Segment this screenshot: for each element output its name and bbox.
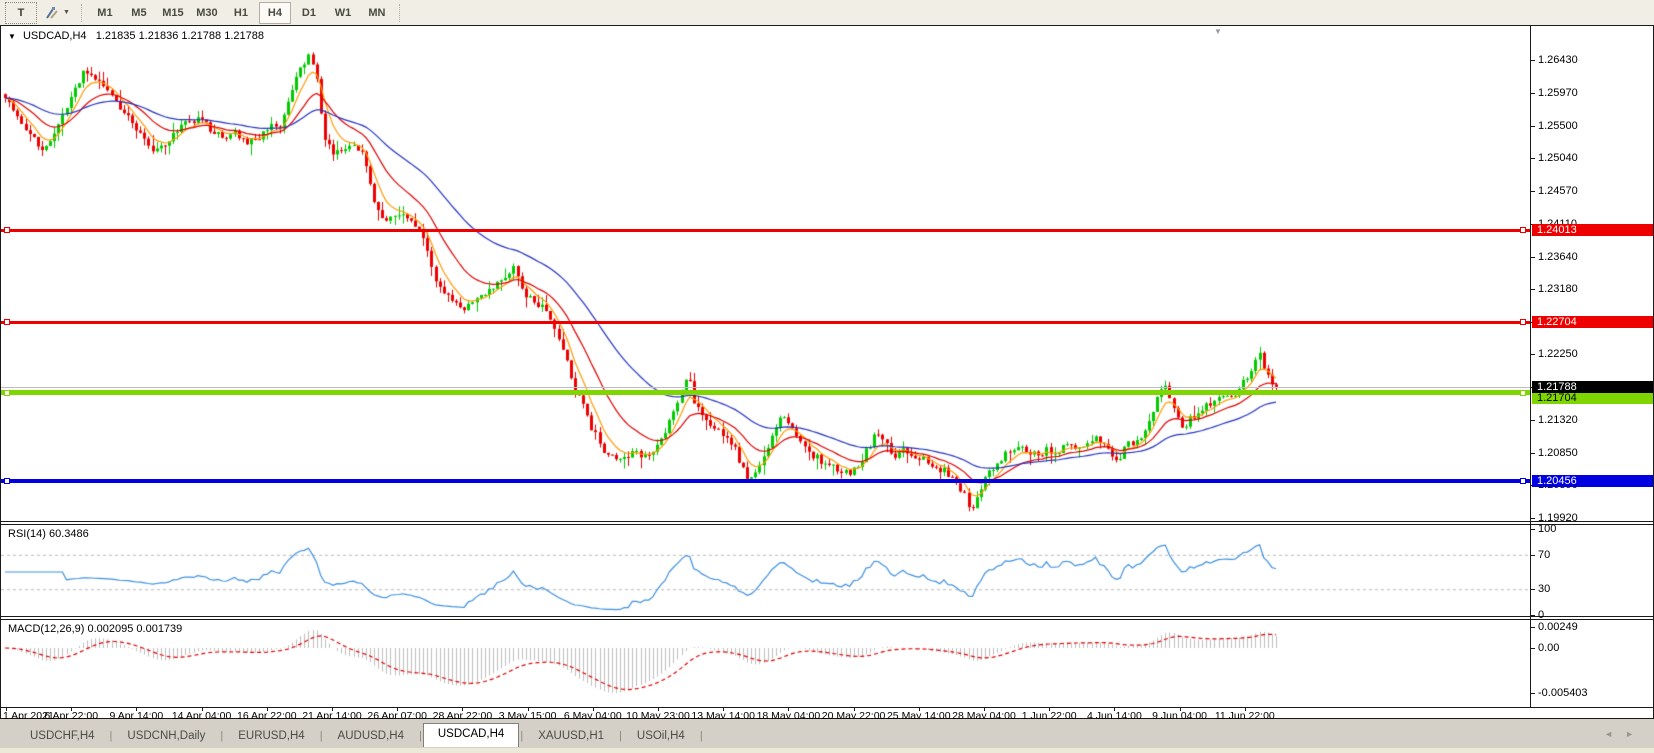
timeframe-button-m15[interactable]: M15 — [157, 2, 189, 24]
price-tick-label: 1.21320 — [1538, 414, 1578, 426]
rsi-tick-mark — [1530, 529, 1535, 530]
top-toolbar: T ▼ M1M5M15M30H1H4D1W1MN — [0, 0, 1654, 26]
rsi-tick-label: 0 — [1538, 609, 1544, 621]
price-tick-mark — [1530, 420, 1535, 421]
rsi-tick-label: 100 — [1538, 523, 1556, 535]
chart-canvas[interactable] — [1, 26, 1530, 708]
timeframe-button-h1[interactable]: H1 — [225, 2, 257, 24]
price-tick-label: 1.26430 — [1538, 54, 1578, 66]
tab-usoil-h4[interactable]: USOil,H4 — [623, 726, 699, 747]
line-anchor-handle[interactable] — [4, 390, 10, 396]
rsi-tick-mark — [1530, 555, 1535, 556]
line-anchor-handle[interactable] — [1520, 478, 1526, 484]
timeframe-button-d1[interactable]: D1 — [293, 2, 325, 24]
price-tick-mark — [1530, 158, 1535, 159]
horizontal-level-line[interactable] — [1, 229, 1530, 232]
chart-symbol-period: USDCAD,H4 — [23, 30, 87, 42]
current-price-badge: 1.21788 — [1532, 381, 1653, 393]
price-axis-line — [1530, 26, 1531, 707]
price-tick-mark — [1530, 60, 1535, 61]
price-tick-label: 1.24570 — [1538, 185, 1578, 197]
price-tick-label: 1.23640 — [1538, 251, 1578, 263]
price-tick-mark — [1530, 354, 1535, 355]
horizontal-level-line[interactable] — [1, 479, 1530, 483]
macd-tick-mark — [1530, 693, 1535, 694]
timeframe-button-h4[interactable]: H4 — [259, 2, 291, 24]
price-tick-mark — [1530, 93, 1535, 94]
tab-scroll-left-icon[interactable]: ◄ — [1604, 729, 1625, 739]
timeframe-button-w1[interactable]: W1 — [327, 2, 359, 24]
rsi-tick-mark — [1530, 615, 1535, 616]
rsi-tick-label: 30 — [1538, 583, 1550, 595]
price-tick-mark — [1530, 257, 1535, 258]
price-tick-label: 1.25970 — [1538, 87, 1578, 99]
rsi-indicator-label: RSI(14) 60.3486 — [8, 528, 89, 540]
macd-indicator-label: MACD(12,26,9) 0.002095 0.001739 — [8, 623, 182, 635]
pane-separator[interactable] — [1, 521, 1653, 522]
tab-scroll-right-icon[interactable]: ► — [1625, 729, 1646, 739]
chart-window: ▼ USDCAD,H4 1.21835 1.21836 1.21788 1.21… — [0, 25, 1654, 719]
rsi-tick-label: 70 — [1538, 549, 1550, 561]
tab-xauusd-h1[interactable]: XAUUSD,H1 — [524, 726, 618, 747]
tab-usdcad-h4[interactable]: USDCAD,H4 — [423, 723, 519, 747]
timeframe-button-m1[interactable]: M1 — [89, 2, 121, 24]
tab-usdcnh-daily[interactable]: USDCNH,Daily — [113, 726, 219, 747]
tab-divider: | — [699, 730, 704, 742]
pane-separator — [1, 707, 1653, 708]
line-anchor-handle[interactable] — [4, 227, 10, 233]
price-tick-mark — [1530, 191, 1535, 192]
macd-tick-label: 0.00249 — [1538, 621, 1578, 633]
pane-separator[interactable] — [1, 616, 1653, 617]
price-tick-label: 1.23180 — [1538, 283, 1578, 295]
line-anchor-handle[interactable] — [1520, 227, 1526, 233]
collapse-caret-icon: ▼ — [8, 32, 16, 41]
tab-usdchf-h4[interactable]: USDCHF,H4 — [16, 726, 109, 747]
price-level-badge: 1.21704 — [1532, 392, 1653, 404]
macd-tick-mark — [1530, 627, 1535, 628]
price-tick-label: 1.25500 — [1538, 120, 1578, 132]
crosshair-pencils-icon — [44, 5, 60, 21]
horizontal-level-line[interactable] — [1, 390, 1530, 395]
timeframe-button-group: M1M5M15M30H1H4D1W1MN — [88, 2, 394, 24]
tab-eurusd-h4[interactable]: EURUSD,H4 — [224, 726, 318, 747]
pane-separator[interactable] — [1, 619, 1653, 620]
line-anchor-handle[interactable] — [1520, 319, 1526, 325]
chart-ohlc-values: 1.21835 1.21836 1.21788 1.21788 — [96, 30, 264, 42]
text-tool-button[interactable]: T — [5, 2, 37, 24]
line-anchor-handle[interactable] — [4, 478, 10, 484]
tab-audusd-h4[interactable]: AUDUSD,H4 — [324, 726, 418, 747]
price-tick-mark — [1530, 126, 1535, 127]
price-tick-mark — [1530, 453, 1535, 454]
price-tick-label: 1.25040 — [1538, 152, 1578, 164]
macd-tick-label: -0.005403 — [1538, 687, 1588, 699]
status-strip — [0, 748, 1654, 753]
timeframe-button-m30[interactable]: M30 — [191, 2, 223, 24]
current-price-line — [1, 387, 1530, 388]
chart-title: ▼ USDCAD,H4 1.21835 1.21836 1.21788 1.21… — [8, 30, 264, 42]
price-tick-mark — [1530, 289, 1535, 290]
pane-separator[interactable] — [1, 524, 1653, 525]
horizontal-level-line[interactable] — [1, 321, 1530, 324]
drawing-tools-button[interactable]: ▼ — [39, 2, 75, 24]
timeframe-button-mn[interactable]: MN — [361, 2, 393, 24]
price-level-badge: 1.22704 — [1532, 316, 1653, 328]
toolbar-separator — [81, 4, 83, 22]
chart-tabs: USDCHF,H4|USDCNH,Daily|EURUSD,H4|AUDUSD,… — [16, 725, 704, 747]
price-level-badge: 1.20456 — [1532, 475, 1653, 487]
price-level-badge: 1.24013 — [1532, 224, 1653, 236]
line-anchor-handle[interactable] — [1520, 390, 1526, 396]
chart-shift-marker-icon: ▼ — [1214, 27, 1222, 36]
price-tick-mark — [1530, 518, 1535, 519]
macd-tick-label: 0.00 — [1538, 642, 1559, 654]
rsi-tick-mark — [1530, 589, 1535, 590]
tab-scroll-arrows: ◄► — [1604, 729, 1646, 739]
price-tick-label: 1.20850 — [1538, 447, 1578, 459]
dropdown-arrow-icon: ▼ — [63, 9, 70, 16]
toolbar-separator — [399, 4, 401, 22]
timeframe-button-m5[interactable]: M5 — [123, 2, 155, 24]
price-tick-label: 1.22250 — [1538, 348, 1578, 360]
macd-tick-mark — [1530, 648, 1535, 649]
line-anchor-handle[interactable] — [4, 319, 10, 325]
